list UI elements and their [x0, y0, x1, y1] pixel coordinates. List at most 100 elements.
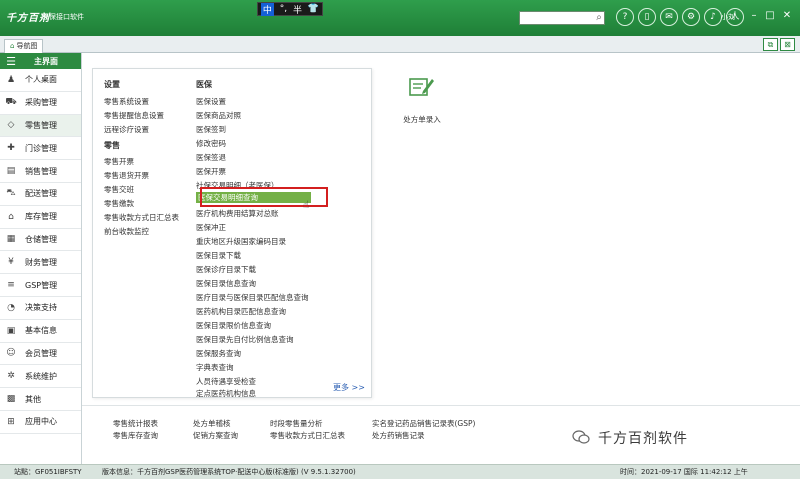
menu-link[interactable]: 医保签到 [196, 124, 226, 135]
mail-icon[interactable]: ✉ [660, 8, 678, 26]
bottom-quick-links: 零售统计报表 零售库存查询 处方单稽核 促销方案查询 时段零售量分析 零售收款方… [82, 405, 800, 464]
tab-label: 导航图 [16, 42, 38, 50]
help-icon[interactable]: ? [616, 8, 634, 26]
status-bar: 站點：GF051IBFSTY 版本信息：千方百剂GSP医药管理系统TOP·配送中… [0, 464, 800, 479]
sidebar-item-retail[interactable]: ◇ 零售管理 [0, 114, 81, 138]
chart-icon: ◔ [7, 302, 15, 313]
menu-link[interactable]: 医保开票 [196, 166, 226, 177]
menu-link[interactable]: 重庆地区升级国家编码目录 [196, 236, 286, 247]
maximize-icon[interactable]: □ [764, 10, 776, 22]
ime-mode[interactable]: 中 [260, 2, 274, 16]
menu-link[interactable]: 字典表查询 [196, 362, 234, 373]
menu-link[interactable]: 医保商品对照 [196, 110, 241, 121]
sidebar-item-purchase[interactable]: ⛟ 采购管理 [0, 92, 81, 115]
sidebar-item-apps[interactable]: ⊞ 应用中心 [0, 411, 81, 434]
menu-link[interactable]: 医保目录信息查询 [196, 278, 256, 289]
sidebar-item-warehouse[interactable]: ▦ 仓储管理 [0, 229, 81, 252]
shirt-icon[interactable]: 👕 [308, 4, 319, 14]
truck-icon: ⛍ [6, 188, 16, 199]
stock-icon: ⌂ [8, 211, 14, 222]
menu-link[interactable]: 零售缴款 [104, 198, 134, 209]
menu-link[interactable]: 医保签退 [196, 152, 226, 163]
menu-link[interactable]: 修改密码 [196, 138, 226, 149]
retail-title: 零售 [104, 141, 120, 150]
sidebar-item-label: 会员管理 [25, 348, 57, 358]
hamburger-icon[interactable]: ☰ [0, 55, 22, 68]
prescription-entry-shortcut[interactable]: 处方单录入 [392, 75, 452, 125]
menu-link[interactable]: 医保目录下载 [196, 250, 241, 261]
sidebar-item-sales[interactable]: ▤ 销售管理 [0, 160, 81, 183]
apps-icon: ⊞ [7, 416, 15, 427]
quick-link[interactable]: 实名登记药品销售记录表(GSP) [372, 418, 475, 429]
minimize-icon[interactable]: – [748, 10, 760, 22]
desktop-icon: ♟ [6, 74, 16, 85]
hand-cursor-icon: ☝ [303, 200, 310, 211]
menu-link[interactable]: 医保目录限价信息查询 [196, 320, 271, 331]
sidebar-item-member[interactable]: ☺ 会员管理 [0, 343, 81, 366]
close-icon[interactable]: ✕ [781, 10, 793, 22]
menu-link[interactable]: 前台收款监控 [104, 226, 149, 237]
sidebar-item-label: 基本信息 [25, 326, 57, 336]
music-icon[interactable]: ♪ [704, 8, 722, 26]
other-icon: ▩ [6, 394, 16, 405]
menu-link[interactable]: 零售交班 [104, 184, 134, 195]
close-tab-icon[interactable]: ⊠ [780, 38, 795, 51]
sidebar-item-desktop[interactable]: ♟ 个人桌面 [0, 69, 81, 92]
sidebar-item-label: 系统维护 [25, 371, 57, 381]
ime-toolbar[interactable]: 中 °, 半 👕 [257, 2, 323, 16]
menu-link[interactable]: 医保服务查询 [196, 348, 241, 359]
sidebar-item-clinic[interactable]: ✚ 门诊管理 [0, 137, 81, 161]
sidebar-item-label: 财务管理 [25, 257, 57, 267]
gear-icon[interactable]: ⚙ [682, 8, 700, 26]
menu-link[interactable]: 零售系统设置 [104, 96, 149, 107]
menu-link[interactable]: 定点医药机构信息 [196, 388, 256, 399]
prescription-edit-icon [409, 78, 434, 96]
ime-width[interactable]: 半 [293, 3, 302, 16]
ime-punct[interactable]: °, [280, 4, 287, 14]
quick-link[interactable]: 处方单稽核 [193, 418, 231, 429]
menu-link[interactable]: 人员待遇享受检查 [196, 376, 256, 387]
menu-link[interactable]: 零售退货开票 [104, 170, 149, 181]
more-link[interactable]: 更多 >> [333, 382, 365, 393]
sidebar-item-decision[interactable]: ◔ 决策支持 [0, 297, 81, 320]
quick-link[interactable]: 处方药销售记录 [372, 430, 425, 441]
quick-link[interactable]: 零售收款方式日汇总表 [270, 430, 345, 441]
sidebar-item-other[interactable]: ▩ 其他 [0, 388, 81, 411]
menu-link[interactable]: 医药机构目录匹配信息查询 [196, 306, 286, 317]
member-icon: ☺ [6, 348, 16, 359]
restore-window-icon[interactable]: ⧉ [763, 38, 778, 51]
settings-icon: ✲ [7, 371, 15, 382]
menu-link[interactable]: 医保设置 [196, 96, 226, 107]
menu-link[interactable]: 远程诊疗设置 [104, 124, 149, 135]
menu-link[interactable]: 医保冲正 [196, 222, 226, 233]
quick-link[interactable]: 零售统计报表 [113, 418, 158, 429]
menu-link[interactable]: 医疗机构费用结算对总账 [196, 208, 279, 219]
sidebar-item-finance[interactable]: ¥ 财务管理 [0, 251, 81, 275]
sidebar-item-system[interactable]: ✲ 系统维护 [0, 365, 81, 389]
tag-icon: ◇ [7, 120, 15, 131]
gsp-icon: ≡ [7, 280, 15, 291]
quick-link[interactable]: 促销方案查询 [193, 430, 238, 441]
menu-link[interactable]: 零售开票 [104, 156, 134, 167]
menu-link[interactable]: 零售收款方式日汇总表 [104, 212, 179, 223]
sidebar-item-basic-info[interactable]: ▣ 基本信息 [0, 320, 81, 343]
sidebar-item-delivery[interactable]: ⛍ 配送管理 [0, 183, 81, 206]
menu-link[interactable]: 医疗目录与医保目录匹配信息查询 [196, 292, 309, 303]
prescription-entry-label: 处方单录入 [403, 115, 441, 124]
quick-link[interactable]: 零售库存查询 [113, 430, 158, 441]
search-icon[interactable]: ⌕ [592, 11, 606, 25]
username: 小刘 [721, 13, 735, 21]
yibao-title: 医保 [196, 80, 212, 89]
menu-link[interactable]: 零售提醒信息设置 [104, 110, 164, 121]
quick-link[interactable]: 时段零售量分析 [270, 418, 323, 429]
sidebar-item-label: 销售管理 [25, 166, 57, 176]
menu-link[interactable]: 医保诊疗目录下载 [196, 264, 256, 275]
sidebar-item-label: 门诊管理 [25, 143, 57, 153]
menu-link[interactable]: 医保目录先自付比例信息查询 [196, 334, 294, 345]
sidebar-item-inventory[interactable]: ⌂ 库存管理 [0, 206, 81, 229]
tab-navigation[interactable]: ⌂ 导航图 [4, 39, 44, 53]
sidebar-header[interactable]: ☰ 主界面 [0, 53, 81, 69]
sidebar-item-gsp[interactable]: ≡ GSP管理 [0, 274, 81, 297]
title-bar: 千方百剂 医保接口软件 中 °, 半 👕 ⌕ ? ▯ ✉ ⚙ ♪ 人 小刘 – … [0, 0, 800, 36]
phone-icon[interactable]: ▯ [638, 8, 656, 26]
